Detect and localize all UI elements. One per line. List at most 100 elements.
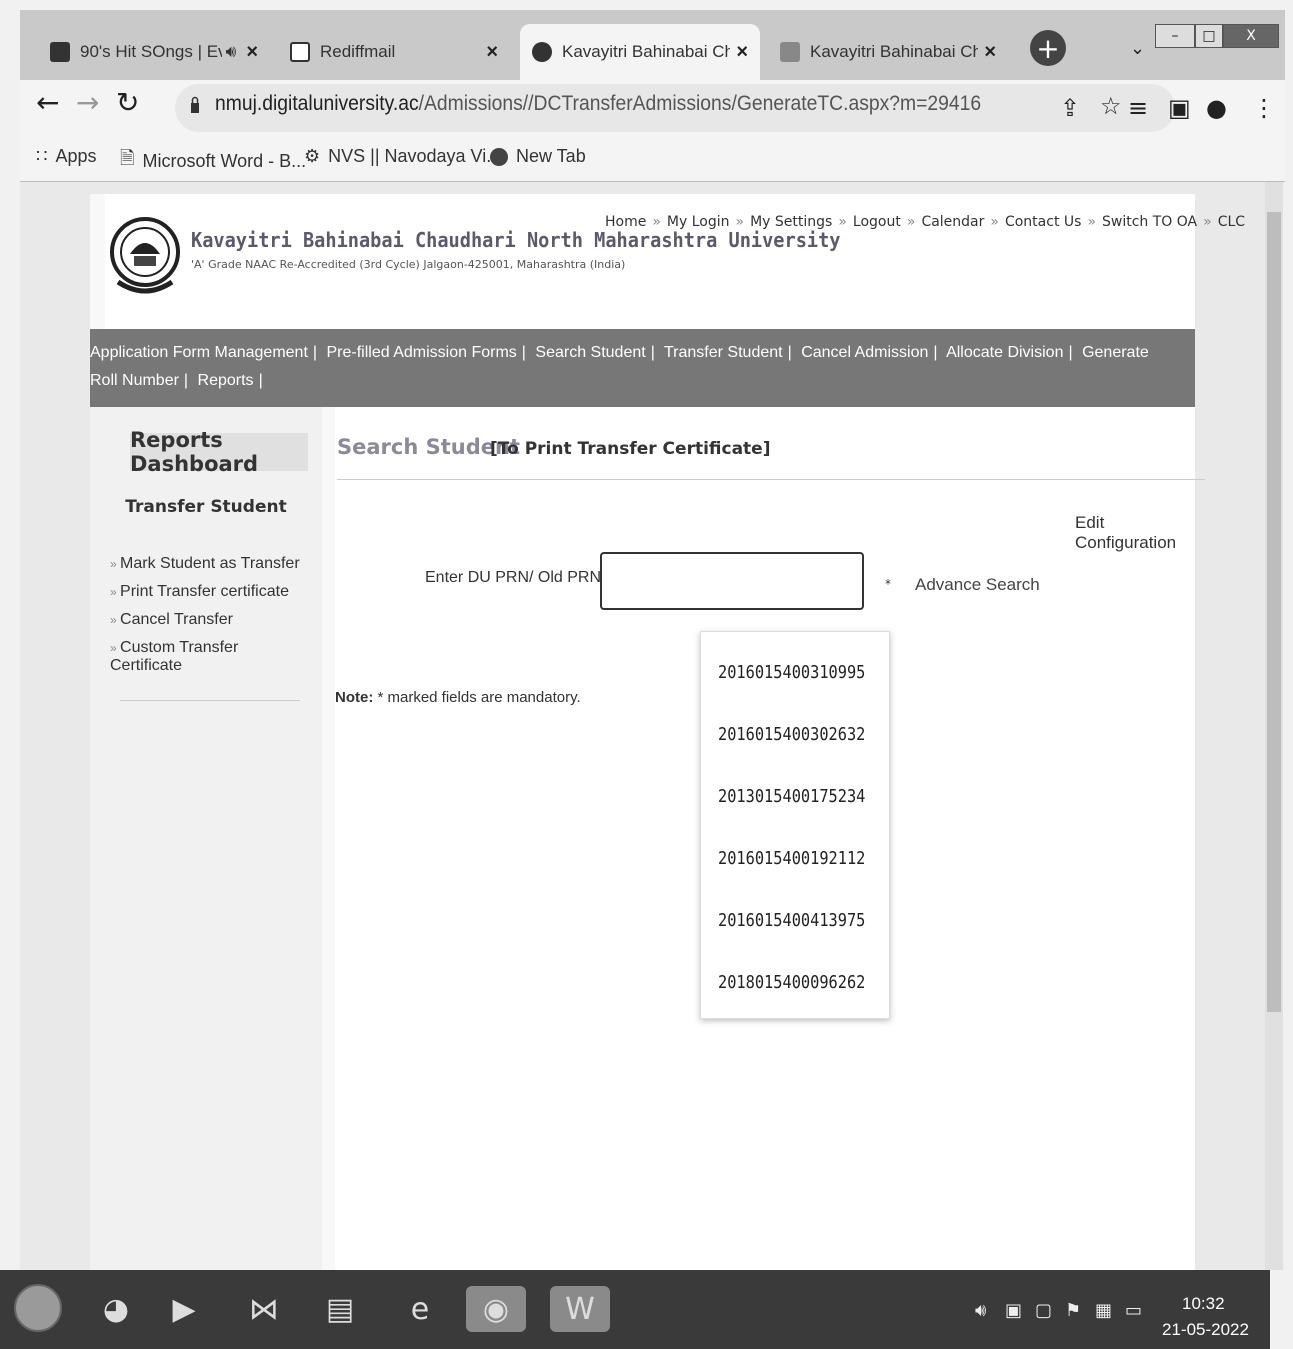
reading-list-icon[interactable]: ≡ xyxy=(1128,94,1148,122)
close-window-button[interactable]: X xyxy=(1223,24,1279,48)
autocomplete-dropdown: 2016015400310995 2016015400302632 201301… xyxy=(700,631,890,1019)
lock-icon xyxy=(191,96,199,113)
bookmark-label: NVS || Navodaya Vi... xyxy=(328,146,502,166)
chrome-icon[interactable]: ◉ xyxy=(466,1286,526,1332)
tab-kbcnmu-active[interactable]: Kavayitri Bahinabai Cha × xyxy=(520,24,760,80)
menu-prefilled-admission-forms[interactable]: Pre-filled Admission Forms xyxy=(327,344,517,361)
scrollbar-thumb[interactable] xyxy=(1267,212,1281,1012)
sidebar-item-custom-tc[interactable]: Custom Transfer Certificate xyxy=(110,639,290,675)
volume-icon[interactable]: 🔊︎ xyxy=(975,1300,986,1321)
bookmark-new-tab[interactable]: New Tab xyxy=(490,146,586,167)
chevron-down-icon[interactable]: ⌄ xyxy=(1130,38,1145,59)
maximize-button[interactable]: □ xyxy=(1195,24,1223,48)
top-links: Home» My Login» My Settings» Logout» Cal… xyxy=(605,214,1246,230)
address-bar[interactable]: nmuj.digitaluniversity.ac/Admissions//DC… xyxy=(175,84,1175,132)
start-button[interactable] xyxy=(14,1284,62,1332)
sidebar-subtitle: Transfer Student xyxy=(125,497,287,517)
note-text: * marked fields are mandatory. xyxy=(373,689,581,706)
action-center-icon[interactable]: ▭ xyxy=(1125,1300,1142,1321)
suggestion-item[interactable]: 2013015400175234 xyxy=(718,786,865,807)
advance-search-link[interactable]: Advance Search xyxy=(915,575,1040,595)
close-tab-icon[interactable]: × xyxy=(736,41,748,64)
main-menu: Application Form Management | Pre-filled … xyxy=(90,344,1149,389)
page-subtitle: [To Print Transfer Certificate] xyxy=(490,439,771,459)
tab-title: 90's Hit SOngs | Eve xyxy=(80,42,222,61)
media-app-icon[interactable]: ◕ xyxy=(92,1286,140,1332)
back-arrow-icon[interactable]: ← xyxy=(36,86,59,119)
new-tab-button[interactable]: + xyxy=(1030,30,1066,66)
suggestion-item[interactable]: 2018015400096262 xyxy=(718,972,865,993)
edit-configuration-link[interactable]: Edit Configuration xyxy=(1075,513,1195,553)
globe-icon xyxy=(490,147,508,166)
menu-allocate-division[interactable]: Allocate Division xyxy=(946,344,1063,361)
suggestion-item[interactable]: 2016015400413975 xyxy=(718,910,865,931)
tray-app-icon[interactable]: ▢ xyxy=(1035,1300,1052,1321)
sidebar-item-cancel-transfer[interactable]: Cancel Transfer xyxy=(110,611,233,629)
page-scrollbar[interactable] xyxy=(1265,182,1283,1270)
tray-app-icon[interactable]: ▣ xyxy=(1005,1300,1022,1321)
word-icon[interactable]: W xyxy=(550,1286,610,1332)
mandatory-note: Note: * marked fields are mandatory. xyxy=(335,689,581,706)
youtube-icon xyxy=(50,42,70,62)
explorer-icon[interactable]: ▤ xyxy=(316,1286,364,1332)
menu-search-student[interactable]: Search Student xyxy=(535,344,645,361)
side-panel-icon[interactable]: ▣ xyxy=(1168,94,1191,122)
tab-title: Kavayitri Bahinabai Cha xyxy=(810,42,979,61)
prn-label: Enter DU PRN/ Old PRN : xyxy=(425,569,610,586)
bookmark-apps[interactable]: ∷ Apps xyxy=(36,146,96,167)
link-calendar[interactable]: Calendar xyxy=(921,214,984,230)
link-logout[interactable]: Logout xyxy=(853,214,901,230)
suggestion-item[interactable]: 2016015400310995 xyxy=(718,662,865,683)
browser-toolbar: ← → ↻ nmuj.digitaluniversity.ac/Admissio… xyxy=(20,80,1285,138)
bookmark-word[interactable]: 🗎︎ Microsoft Word - B... xyxy=(120,146,306,176)
university-logo xyxy=(110,217,180,294)
media-center-icon[interactable]: ⋈ xyxy=(240,1286,288,1332)
page-viewport: Kavayitri Bahinabai Chaudhari North Maha… xyxy=(20,182,1265,1270)
reload-icon[interactable]: ↻ xyxy=(116,86,139,119)
clock-date[interactable]: 21-05-2022 xyxy=(1162,1320,1249,1340)
suggestion-item[interactable]: 2016015400302632 xyxy=(718,724,865,745)
forward-arrow-icon[interactable]: → xyxy=(76,86,99,119)
taskbar: ◕ ▶ ⋈ ▤ e ◉ W 🔊︎ ▣ ▢ ⚑ ▦ ▭ 10:32 21-05-2… xyxy=(0,1270,1270,1349)
speaker-icon: 🔊︎ xyxy=(225,42,237,61)
rediffmail-icon xyxy=(290,42,310,62)
link-my-login[interactable]: My Login xyxy=(667,214,730,230)
player-icon[interactable]: ▶ xyxy=(160,1286,208,1332)
more-menu-icon[interactable]: ⋮ xyxy=(1252,94,1276,122)
prn-input[interactable] xyxy=(600,552,864,610)
close-tab-icon[interactable]: × xyxy=(246,41,258,64)
link-my-settings[interactable]: My Settings xyxy=(750,214,832,230)
close-tab-icon[interactable]: × xyxy=(984,41,996,64)
bookmark-nvs[interactable]: ⚙︎ NVS || Navodaya Vi... xyxy=(304,146,501,167)
link-contact-us[interactable]: Contact Us xyxy=(1005,214,1081,230)
link-clc[interactable]: CLC xyxy=(1218,214,1245,230)
internet-explorer-icon[interactable]: e xyxy=(396,1286,444,1332)
suggestion-item[interactable]: 2016015400192112 xyxy=(718,848,865,869)
share-icon[interactable]: ⇪ xyxy=(1060,94,1080,122)
bookmarks-bar: ∷ Apps 🗎︎ Microsoft Word - B... ⚙︎ NVS || N… xyxy=(20,138,1285,182)
profile-icon[interactable]: ● xyxy=(1206,94,1227,122)
tab-kbcnmu[interactable]: Kavayitri Bahinabai Cha × xyxy=(768,24,1008,80)
link-switch-to-oa[interactable]: Switch TO OA xyxy=(1102,214,1197,230)
sidebar-item-print-tc[interactable]: Print Transfer certificate xyxy=(110,583,289,601)
url-text: nmuj.digitaluniversity.ac/Admissions//DC… xyxy=(215,92,981,116)
menu-transfer-student[interactable]: Transfer Student xyxy=(664,344,783,361)
network-icon[interactable]: ▦ xyxy=(1095,1300,1112,1321)
divider xyxy=(337,479,1205,480)
university-name: Kavayitri Bahinabai Chaudhari North Maha… xyxy=(191,228,841,252)
sidebar-item-mark-transfer[interactable]: Mark Student as Transfer xyxy=(110,555,300,573)
page-icon xyxy=(780,42,800,62)
star-icon[interactable]: ☆ xyxy=(1100,92,1122,120)
url-host: nmuj.digitaluniversity.ac xyxy=(215,92,419,115)
tab-youtube[interactable]: 90's Hit SOngs | Eve 🔊︎ × xyxy=(38,24,270,80)
clock-time[interactable]: 10:32 xyxy=(1182,1294,1225,1314)
url-path: /Admissions//DCTransferAdmissions/Genera… xyxy=(418,92,982,115)
flag-icon[interactable]: ⚑ xyxy=(1065,1300,1081,1321)
link-home[interactable]: Home xyxy=(605,214,646,230)
minimize-button[interactable]: – xyxy=(1155,24,1195,48)
menu-reports[interactable]: Reports xyxy=(198,372,254,389)
menu-application-form-management[interactable]: Application Form Management xyxy=(90,344,308,361)
menu-cancel-admission[interactable]: Cancel Admission xyxy=(801,344,928,361)
tab-rediffmail[interactable]: Rediffmail × xyxy=(278,24,510,80)
close-tab-icon[interactable]: × xyxy=(486,41,498,64)
